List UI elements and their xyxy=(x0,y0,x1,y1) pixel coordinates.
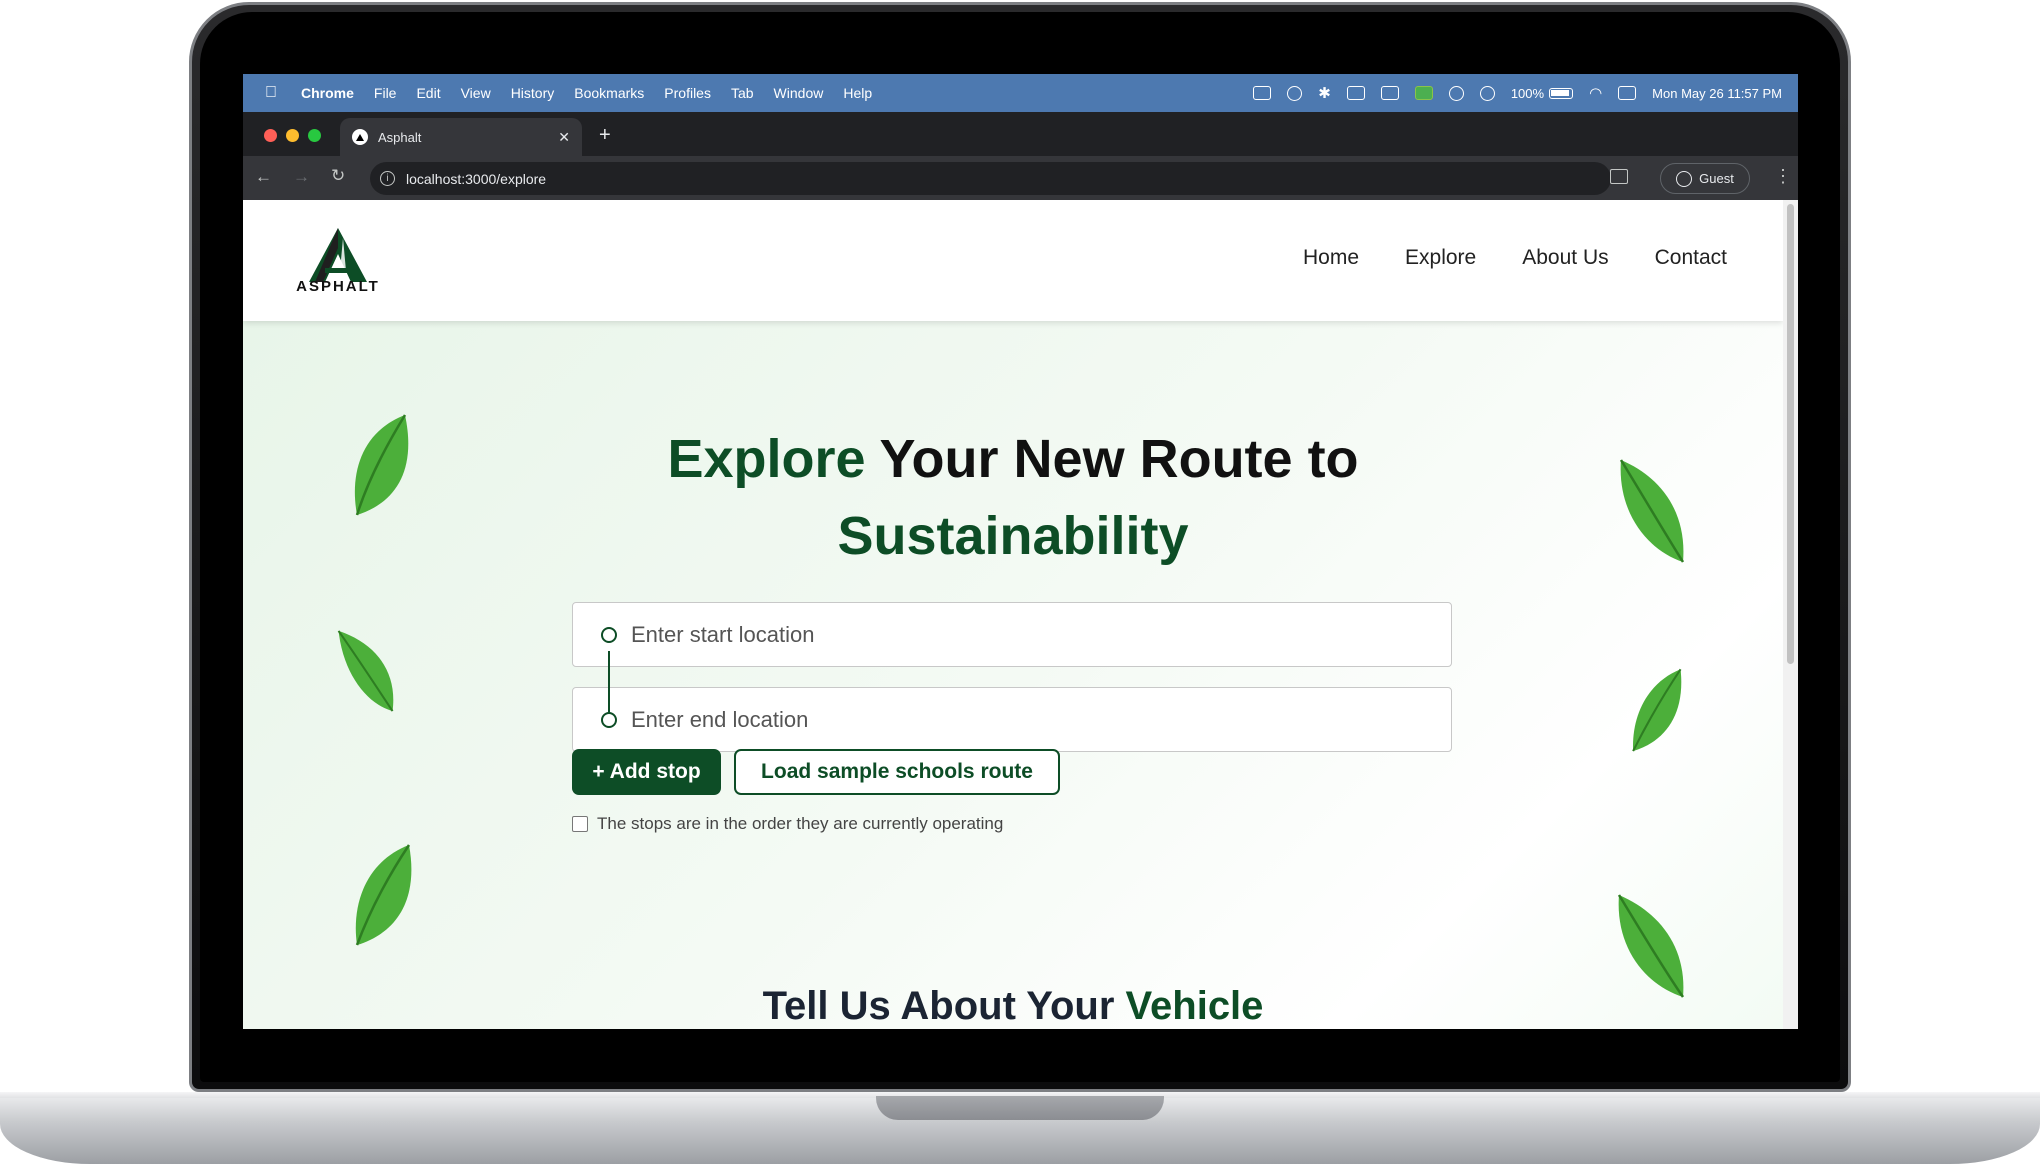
nav-about-link[interactable]: About Us xyxy=(1522,246,1608,270)
menubar-status-area: ✱ 100% ◠ Mon May 26 11:57 PM xyxy=(1253,84,1782,102)
menubar-clock[interactable]: Mon May 26 11:57 PM xyxy=(1652,86,1782,101)
site-info-icon[interactable]: i xyxy=(380,171,395,186)
vehicle-section-title: Tell Us About Your Vehicle xyxy=(543,984,1483,1029)
airpods-icon[interactable] xyxy=(1287,85,1303,101)
laptop-notch xyxy=(876,1096,1164,1120)
site-nav: Home Explore About Us Contact xyxy=(1303,246,1727,270)
guest-label: Guest xyxy=(1699,171,1734,186)
minimize-window-button[interactable] xyxy=(286,129,299,142)
hero-title-main: Your New Route to xyxy=(879,429,1359,489)
menu-view[interactable]: View xyxy=(461,85,491,101)
load-sample-route-button[interactable]: Load sample schools route xyxy=(734,749,1060,795)
nav-home-link[interactable]: Home xyxy=(1303,246,1359,270)
reload-icon[interactable]: ↻ xyxy=(331,166,345,186)
hero-title-explore: Explore xyxy=(667,429,866,489)
start-location-box xyxy=(572,602,1452,667)
stop-order-option[interactable]: The stops are in the order they are curr… xyxy=(572,814,1003,834)
tab-close-icon[interactable]: ✕ xyxy=(558,129,570,146)
battery-icon xyxy=(1549,87,1574,99)
calendar-icon[interactable] xyxy=(1253,86,1272,100)
tab-favicon-icon xyxy=(352,129,368,145)
google-lens-icon[interactable] xyxy=(1610,169,1628,184)
site-header: ASPHALT Home Explore About Us Contact xyxy=(243,200,1783,321)
hero-title-sustainability: Sustainability xyxy=(837,506,1189,566)
menu-tab[interactable]: Tab xyxy=(731,85,754,101)
browser-menu-icon[interactable]: ⋮ xyxy=(1774,166,1792,187)
back-icon[interactable]: ← xyxy=(255,167,272,187)
leaf-icon xyxy=(1632,668,1682,752)
stop-order-label: The stops are in the order they are curr… xyxy=(597,814,1004,833)
app-status-icon[interactable] xyxy=(1414,86,1433,100)
leaf-icon xyxy=(355,844,412,946)
bluetooth-icon[interactable]: ✱ xyxy=(1318,84,1331,102)
tab-title: Asphalt xyxy=(378,129,422,145)
notion-icon[interactable] xyxy=(1380,86,1399,100)
vehicle-title-highlight: Vehicle xyxy=(1125,984,1264,1028)
menu-bookmarks[interactable]: Bookmarks xyxy=(574,85,644,101)
nav-contact-link[interactable]: Contact xyxy=(1655,246,1727,270)
start-location-input[interactable] xyxy=(631,621,1411,648)
control-center-icon[interactable] xyxy=(1618,86,1637,100)
window-controls xyxy=(264,129,321,142)
page-scrollbar-thumb[interactable] xyxy=(1787,204,1794,664)
battery-percent: 100% xyxy=(1510,85,1545,101)
play-icon[interactable] xyxy=(1479,85,1495,101)
forward-icon[interactable]: → xyxy=(293,167,310,187)
nav-explore-link[interactable]: Explore xyxy=(1405,246,1476,270)
start-stop-marker-icon xyxy=(601,626,617,643)
menu-help[interactable]: Help xyxy=(843,85,872,101)
leaf-icon xyxy=(354,414,409,516)
address-url[interactable]: localhost:3000/explore xyxy=(406,171,546,187)
browser-tab-asphalt[interactable]: Asphalt ✕ xyxy=(340,118,582,156)
cloud-icon[interactable] xyxy=(1448,85,1464,101)
leaf-icon xyxy=(1617,894,1685,998)
guest-profile-button[interactable]: Guest xyxy=(1660,163,1750,194)
explore-hero: Explore Your New Route to Sustainability… xyxy=(243,321,1783,1029)
wifi-icon[interactable]: ◠ xyxy=(1589,84,1602,102)
macos-menubar:  Chrome File Edit View History Bookmark… xyxy=(243,74,1798,112)
browser-toolbar: ← → ↻ i localhost:3000/explore Guest ⋮ xyxy=(243,156,1798,200)
apple-icon[interactable]:  xyxy=(265,85,281,101)
menu-app-name[interactable]: Chrome xyxy=(301,85,354,101)
menu-history[interactable]: History xyxy=(511,85,555,101)
zoom-window-button[interactable] xyxy=(308,129,321,142)
address-bar[interactable]: i localhost:3000/explore xyxy=(370,162,1611,195)
stop-order-checkbox[interactable] xyxy=(572,816,588,832)
end-location-input[interactable] xyxy=(631,706,1411,733)
new-tab-icon[interactable]: + xyxy=(599,124,611,147)
menu-edit[interactable]: Edit xyxy=(416,85,440,101)
menu-file[interactable]: File xyxy=(374,85,397,101)
menu-window[interactable]: Window xyxy=(774,85,824,101)
end-stop-marker-icon xyxy=(601,711,617,728)
add-stop-button[interactable]: + Add stop xyxy=(572,749,721,795)
hero-title: Explore Your New Route to Sustainability xyxy=(543,421,1483,575)
browser-tab-strip: Asphalt ✕ + xyxy=(243,112,1798,156)
web-page: ASPHALT Home Explore About Us Contact Ex… xyxy=(243,200,1783,1029)
profile-icon xyxy=(1676,170,1693,187)
end-location-box xyxy=(572,687,1452,752)
extension-icon[interactable] xyxy=(1346,86,1365,100)
menu-profiles[interactable]: Profiles xyxy=(664,85,711,101)
vehicle-title-main: Tell Us About Your xyxy=(762,984,1115,1028)
leaf-icon xyxy=(337,630,394,712)
battery-indicator[interactable]: 100% xyxy=(1510,85,1574,101)
screen:  Chrome File Edit View History Bookmark… xyxy=(243,74,1798,1029)
leaf-icon xyxy=(1619,459,1685,563)
close-window-button[interactable] xyxy=(264,129,277,142)
logo-wordmark: ASPHALT xyxy=(296,278,380,295)
